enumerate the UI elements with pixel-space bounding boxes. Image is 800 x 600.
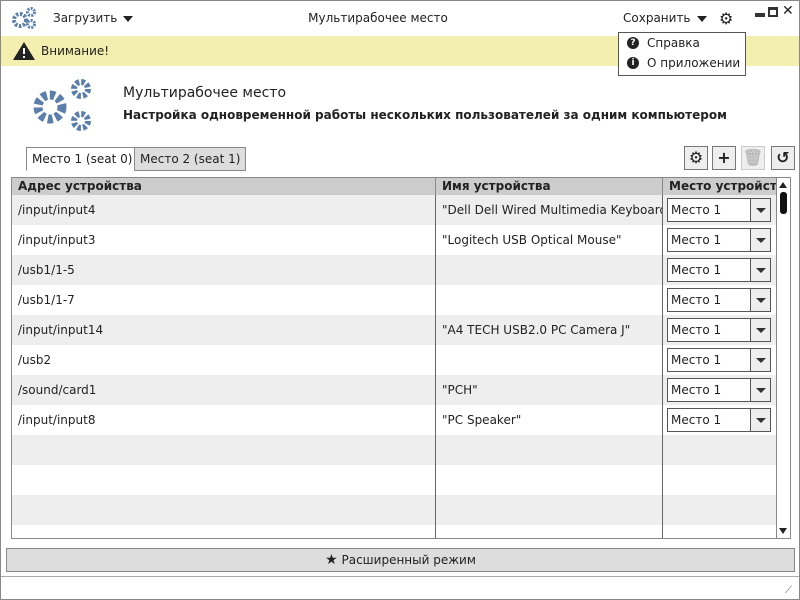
device-name: "Logitech USB Optical Mouse"	[442, 233, 622, 247]
seat-select-value: Место 1	[671, 413, 722, 427]
column-header-seat[interactable]: Место устройства	[663, 178, 777, 195]
chevron-down-icon	[696, 15, 707, 22]
scrollbar[interactable]	[776, 178, 790, 538]
warning-text: Внимание!	[41, 44, 110, 58]
scroll-thumb[interactable]	[780, 192, 787, 214]
scroll-down-icon[interactable]	[779, 528, 787, 534]
chevron-down-icon[interactable]	[750, 379, 770, 401]
close-button[interactable]: ✕	[782, 3, 794, 19]
device-name	[436, 285, 662, 315]
load-menu-button[interactable]: Загрузить	[53, 11, 134, 25]
device-name: "A4 TECH USB2.0 PC Camera J"	[442, 323, 631, 337]
menu-label: О приложении	[647, 56, 741, 70]
warning-icon	[13, 42, 35, 60]
device-name	[436, 345, 662, 375]
advanced-mode-label: Расширенный режим	[341, 553, 476, 567]
resize-grip-icon[interactable]: ⟋	[785, 585, 792, 596]
device-address: /sound/card1	[18, 383, 97, 397]
menu-label: Справка	[647, 36, 700, 50]
info-icon: i	[627, 57, 639, 69]
seat-select-value: Место 1	[671, 293, 722, 307]
devices-table: Адрес устройства Имя устройства Место ус…	[11, 177, 791, 539]
seat-select-value: Место 1	[671, 323, 722, 337]
seat-select[interactable]: Место 1	[667, 348, 771, 372]
seat-select[interactable]: Место 1	[667, 198, 771, 222]
question-icon: ?	[627, 37, 639, 49]
app-gears-icon	[12, 7, 36, 29]
seat-select[interactable]: Место 1	[667, 318, 771, 342]
seat-select-value: Место 1	[671, 353, 722, 367]
header-subtitle: Настройка одновременной работы нескольки…	[123, 108, 727, 122]
seat-select[interactable]: Место 1	[667, 258, 771, 282]
undo-icon: ↺	[776, 148, 790, 167]
device-address: /input/input8	[18, 413, 96, 427]
device-address: /usb1/1-7	[18, 293, 75, 307]
save-label: Сохранить	[623, 11, 691, 25]
chevron-down-icon[interactable]	[750, 289, 770, 311]
seat-select[interactable]: Место 1	[667, 408, 771, 432]
device-name: "PC Speaker"	[442, 413, 522, 427]
chevron-down-icon	[123, 15, 134, 22]
plus-icon: +	[717, 148, 731, 167]
advanced-mode-button[interactable]: ★ Расширенный режим	[6, 548, 795, 572]
scroll-up-icon[interactable]	[779, 182, 787, 188]
chevron-down-icon[interactable]	[750, 409, 770, 431]
tab-seat-2[interactable]: Место 2 (seat 1)	[134, 147, 247, 171]
maximize-button[interactable]	[768, 7, 778, 17]
seat-select-value: Место 1	[671, 263, 722, 277]
chevron-down-icon[interactable]	[750, 229, 770, 251]
seat-settings-button[interactable]: ⚙	[684, 146, 708, 170]
device-address: /usb1/1-5	[18, 263, 75, 277]
menu-item-about[interactable]: i О приложении	[619, 53, 745, 73]
chevron-down-icon[interactable]	[750, 349, 770, 371]
header-gears-icon	[33, 79, 91, 131]
device-address: /input/input3	[18, 233, 96, 247]
device-address: /input/input4	[18, 203, 96, 217]
device-name	[436, 255, 662, 285]
menu-item-help[interactable]: ? Справка	[619, 33, 745, 53]
chevron-down-icon[interactable]	[750, 199, 770, 221]
app-window: Загрузить Мультирабочее место Сохранить …	[0, 0, 800, 600]
delete-seat-button[interactable]: 🗑	[741, 146, 765, 170]
device-address: /usb2	[18, 353, 52, 367]
seat-select[interactable]: Место 1	[667, 288, 771, 312]
column-header-address[interactable]: Адрес устройства	[12, 178, 436, 195]
seat-select[interactable]: Место 1	[667, 378, 771, 402]
trash-icon: 🗑	[742, 148, 764, 167]
seat-select[interactable]: Место 1	[667, 228, 771, 252]
seat-select-value: Место 1	[671, 203, 722, 217]
add-seat-button[interactable]: +	[712, 146, 736, 170]
tab-seat-1[interactable]: Место 1 (seat 0)	[26, 147, 139, 171]
load-label: Загрузить	[53, 11, 118, 25]
help-dropdown-menu: ? Справка i О приложении	[618, 32, 746, 76]
seat-select-value: Место 1	[671, 383, 722, 397]
seat-select-value: Место 1	[671, 233, 722, 247]
reset-button[interactable]: ↺	[771, 146, 795, 170]
column-header-name[interactable]: Имя устройства	[436, 178, 663, 195]
save-menu-button[interactable]: Сохранить	[623, 11, 707, 25]
title-bar: Загрузить Мультирабочее место Сохранить …	[1, 1, 799, 35]
chevron-down-icon[interactable]	[750, 259, 770, 281]
device-name: "PCH"	[442, 383, 478, 397]
gear-icon: ⚙	[688, 148, 704, 167]
device-name: "Dell Dell Wired Multimedia Keyboard"	[442, 203, 662, 217]
device-address: /input/input14	[18, 323, 104, 337]
star-icon: ★	[325, 552, 338, 568]
header-title: Мультирабочее место	[123, 85, 287, 101]
minimize-button[interactable]	[755, 13, 765, 17]
chevron-down-icon[interactable]	[750, 319, 770, 341]
status-divider	[1, 576, 799, 577]
settings-gear-icon[interactable]: ⚙	[719, 9, 733, 28]
